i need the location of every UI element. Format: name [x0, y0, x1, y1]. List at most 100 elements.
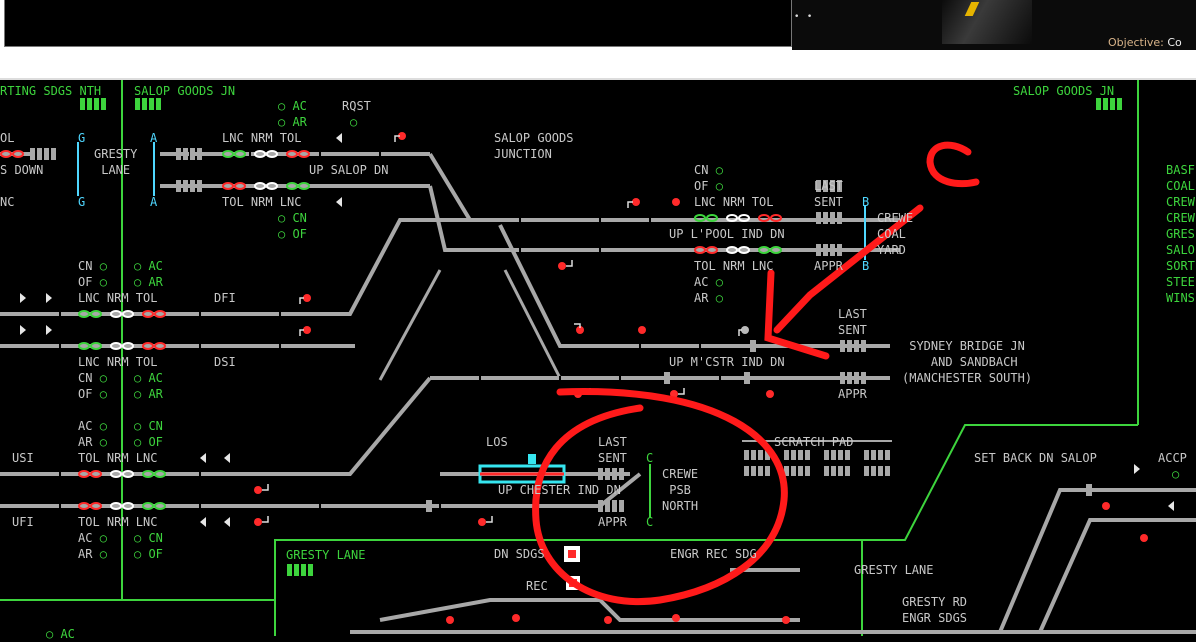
status-ar-3: ○ AR [134, 275, 163, 289]
status-ac-3-text: AC [148, 259, 163, 273]
status-ac-1-text: AC [292, 99, 307, 113]
status-ar-2-text: AR [694, 291, 709, 305]
label-down-line: S DOWN [0, 163, 44, 177]
sidebar-item-5[interactable]: SALO [1166, 242, 1195, 258]
block-marker-b-top: B [862, 195, 870, 209]
block-marker-a-top: A [150, 131, 158, 145]
label-rqst: RQST [342, 99, 371, 113]
label-tol-nrm-lnc-2: TOL NRM LNC [694, 259, 774, 273]
status-ar-6-text: AR [78, 547, 93, 561]
label-dfi: DFI [214, 291, 236, 305]
status-cn-1-text: CN [292, 211, 307, 225]
area-gresty-lane: GRESTY LANE [286, 548, 366, 562]
status-of-3-text: OF [78, 275, 93, 289]
track-mcstr-link [498, 224, 770, 348]
status-cn-3: CN ○ [78, 259, 107, 273]
status-of-6-text: OF [148, 547, 163, 561]
status-of-1-text: OF [292, 227, 307, 241]
sidebar-item-6[interactable]: SORT [1166, 258, 1195, 274]
objective-text: Objective: Co [1108, 36, 1182, 49]
status-ac-7-text: AC [60, 627, 75, 641]
arrows [20, 133, 1174, 527]
status-cn-2: CN ○ [694, 163, 723, 177]
status-ac-4-text: AC [148, 371, 163, 385]
status-ar-4-text: AR [148, 387, 163, 401]
status-of-4-text: OF [78, 387, 93, 401]
block-marker-a-bottom: A [150, 195, 158, 209]
label-ol: OL [0, 131, 15, 145]
status-ar-3-text: AR [148, 275, 163, 289]
label-gresty-lane-box: GRESTY LANE [94, 147, 138, 177]
status-of-5: ○ OF [134, 435, 163, 449]
status-cn-4: CN ○ [78, 371, 107, 385]
scene-highlight [942, 0, 1032, 44]
label-dsi: DSI [214, 355, 236, 369]
block-marker-g-bottom: G [78, 195, 86, 209]
status-rqst-indicator: ○ [350, 115, 358, 129]
status-cn-5-text: CN [148, 419, 163, 433]
status-cn-5: ○ CN [134, 419, 163, 433]
label-los: LOS [486, 435, 508, 449]
block-marker-c-bottom: C [646, 515, 654, 529]
label-last-sent-top: LAST SENT [814, 179, 843, 209]
signalling-panel[interactable]: RTING SDGS NTH SALOP GOODS JN SALOP GOOD… [0, 80, 1196, 641]
track-chester-up-link [0, 376, 432, 476]
label-last-sent-low: LAST SENT [598, 435, 627, 465]
objective-label: Objective: [1108, 36, 1164, 49]
status-cn-2-text: CN [694, 163, 709, 177]
label-last-sent-mid: LAST SENT [838, 307, 867, 337]
sidebar-item-4[interactable]: GRES [1166, 226, 1195, 242]
status-of-1: ○ OF [278, 227, 307, 241]
status-ac-1: ○ AC [278, 99, 307, 113]
label-lnc-nrm-tol-3: LNC NRM TOL [78, 291, 158, 305]
label-rec: REC [526, 579, 548, 593]
label-gresty-rd-engr-sdgs: GRESTY RD ENGR SDGS [902, 595, 968, 625]
area-boundary-lower [0, 424, 1138, 601]
status-ac-6: AC ○ [78, 531, 107, 545]
status-of-3: OF ○ [78, 275, 107, 289]
label-salop-goods-junction: SALOP GOODS JUNCTION [494, 131, 574, 161]
label-tol-nrm-lnc-4: TOL NRM LNC [78, 515, 158, 529]
label-tol-nrm-lnc-1: TOL NRM LNC [222, 195, 302, 209]
dots-icon: • • [794, 12, 814, 22]
area-sorting-sdgs-nth: RTING SDGS NTH [0, 84, 102, 98]
label-appr-low: APPR [598, 515, 627, 529]
sidebar-item-3[interactable]: CREW [1166, 210, 1195, 226]
status-of-4: OF ○ [78, 387, 107, 401]
label-gresty-lane-right: GRESTY LANE [854, 563, 934, 577]
signal-posts [262, 135, 742, 523]
status-ac-3: ○ AC [134, 259, 163, 273]
sidebar-item-1[interactable]: COAL [1166, 178, 1195, 194]
annotation-letter [926, 141, 980, 188]
label-engr-rec-sdg: ENGR REC SDG [670, 547, 757, 561]
status-ar-2: AR ○ [694, 291, 723, 305]
status-of-2-text: OF [694, 179, 709, 193]
status-ac-2: AC ○ [694, 275, 723, 289]
label-usi: USI [12, 451, 34, 465]
label-lnc-nrm-tol-1: LNC NRM TOL [222, 131, 302, 145]
objective-value: Co [1167, 36, 1182, 49]
status-ar-5-text: AR [78, 435, 93, 449]
block-marker-c-top: C [646, 451, 654, 465]
status-ac-4: ○ AC [134, 371, 163, 385]
status-ac-2-text: AC [694, 275, 709, 289]
status-of-5-text: OF [148, 435, 163, 449]
label-up-chester-ind-dn: UP CHESTER IND DN [498, 483, 621, 497]
label-accp: ACCP [1158, 451, 1187, 465]
upper-black-window [4, 0, 792, 47]
sidebar-item-7[interactable]: STEE [1166, 274, 1195, 290]
status-ar-4: ○ AR [134, 387, 163, 401]
status-of-2: OF ○ [694, 179, 723, 193]
status-ar-5: AR ○ [78, 435, 107, 449]
status-of-6: ○ OF [134, 547, 163, 561]
status-ar-1: ○ AR [278, 115, 307, 129]
sidebar-item-2[interactable]: CREW [1166, 194, 1195, 210]
host-window-top: • • Objective: Co [0, 0, 1196, 80]
status-ac-5-text: AC [78, 419, 93, 433]
status-cn-6: ○ CN [134, 531, 163, 545]
status-ar-6: AR ○ [78, 547, 107, 561]
status-ac-5: AC ○ [78, 419, 107, 433]
sidebar-item-0[interactable]: BASF [1166, 162, 1195, 178]
block-marker-b-bottom: B [862, 259, 870, 273]
sidebar-item-8[interactable]: WINS [1166, 290, 1195, 306]
